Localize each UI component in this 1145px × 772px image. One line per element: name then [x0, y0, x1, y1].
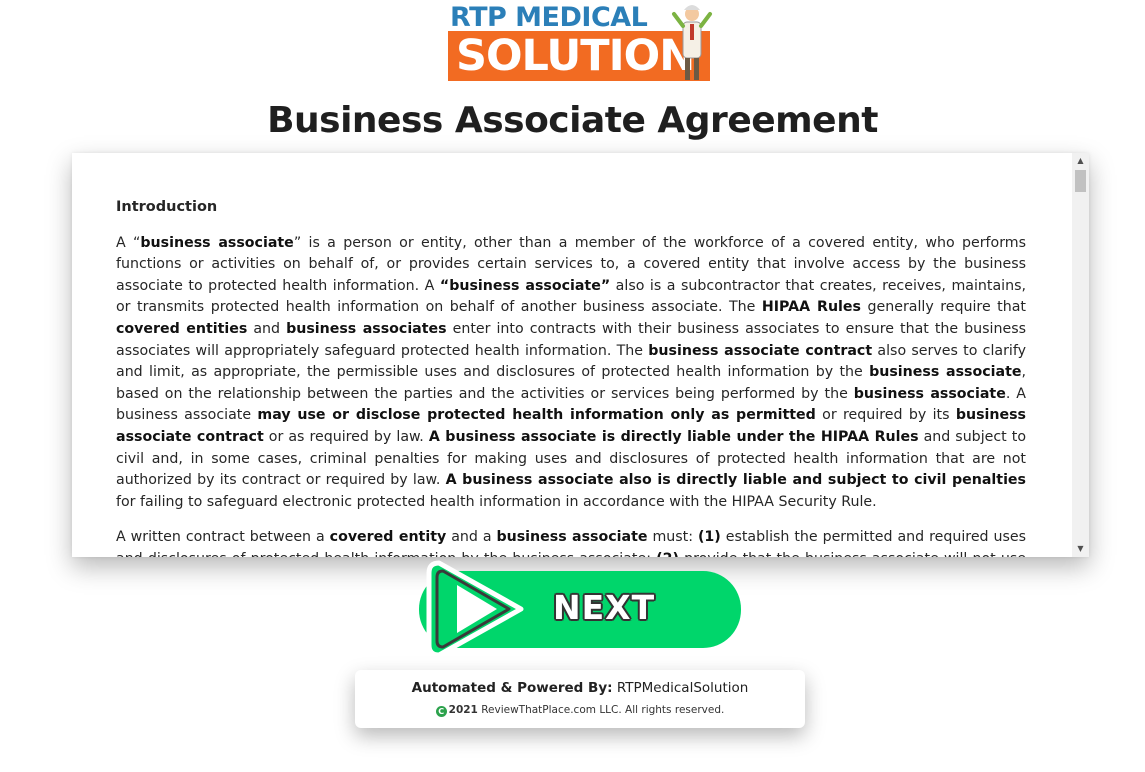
copyright-text: ReviewThatPlace.com LLC. All rights rese…: [481, 704, 725, 716]
copyright-icon: C: [435, 706, 447, 717]
agreement-panel[interactable]: Introduction A “business associate” is a…: [72, 153, 1089, 557]
agreement-paragraph: A “business associate” is a person or en…: [116, 233, 1026, 514]
bold-term: business associate: [853, 385, 1006, 402]
bold-term: business associates: [286, 320, 447, 337]
scroll-down-arrow-icon[interactable]: ▼: [1072, 541, 1089, 557]
logo-top-text: RTP MEDICAL: [450, 2, 648, 33]
bold-term: business associate: [140, 234, 294, 251]
scroll-thumb[interactable]: [1075, 170, 1086, 192]
bold-term: HIPAA Rules: [761, 299, 861, 316]
bold-term: business associate: [496, 529, 648, 546]
bold-term: covered entity: [329, 529, 447, 546]
next-button-label: NEXT: [553, 588, 656, 627]
text-run: or required by its: [815, 407, 956, 424]
bold-term: business associate contract: [648, 342, 873, 359]
text-run: A “: [116, 234, 141, 251]
bold-term: covered entities: [116, 320, 248, 337]
bold-term: business associate: [869, 364, 1022, 381]
scrollbar[interactable]: ▲ ▼: [1072, 153, 1089, 557]
powered-by-line: Automated & Powered By: RTPMedicalSoluti…: [355, 680, 805, 696]
powered-by-value: RTPMedicalSolution: [616, 680, 749, 696]
copyright-year: 2021: [448, 704, 478, 716]
bold-term: A business associate is directly liable …: [428, 428, 919, 445]
text-run: and a: [446, 529, 497, 546]
bold-term: (1): [697, 529, 721, 546]
text-run: must:: [647, 529, 698, 546]
text-run: for failing to safeguard electronic prot…: [116, 493, 877, 510]
doctor-mascot-icon: [672, 5, 712, 80]
bold-term: A business associate also is directly li…: [445, 472, 1027, 489]
copyright-line: C 2021 ReviewThatPlace.com LLC. All right…: [355, 704, 805, 717]
agreement-paragraph: A written contract between a covered ent…: [116, 527, 1026, 557]
page-title: Business Associate Agreement: [267, 100, 878, 141]
logo-bottom-text: SOLUTION: [456, 31, 695, 81]
agreement-heading: Introduction: [116, 199, 218, 215]
scroll-up-arrow-icon[interactable]: ▲: [1072, 153, 1089, 169]
text-run: and: [247, 320, 287, 337]
powered-by-label: Automated & Powered By:: [411, 680, 613, 696]
text-run: A written contract between a: [116, 529, 330, 546]
text-run: or as required by law.: [263, 428, 429, 445]
footer-card: Automated & Powered By: RTPMedicalSoluti…: [355, 670, 805, 728]
logo: RTP MEDICAL SOLUTION: [448, 0, 716, 84]
agreement-text: Introduction A “business associate” is a…: [116, 197, 1026, 557]
text-run: generally require that: [860, 299, 1026, 316]
bold-term: may use or disclose protected health inf…: [257, 407, 816, 424]
bold-term: “business associate”: [439, 277, 611, 294]
next-button[interactable]: NEXT: [417, 557, 743, 657]
